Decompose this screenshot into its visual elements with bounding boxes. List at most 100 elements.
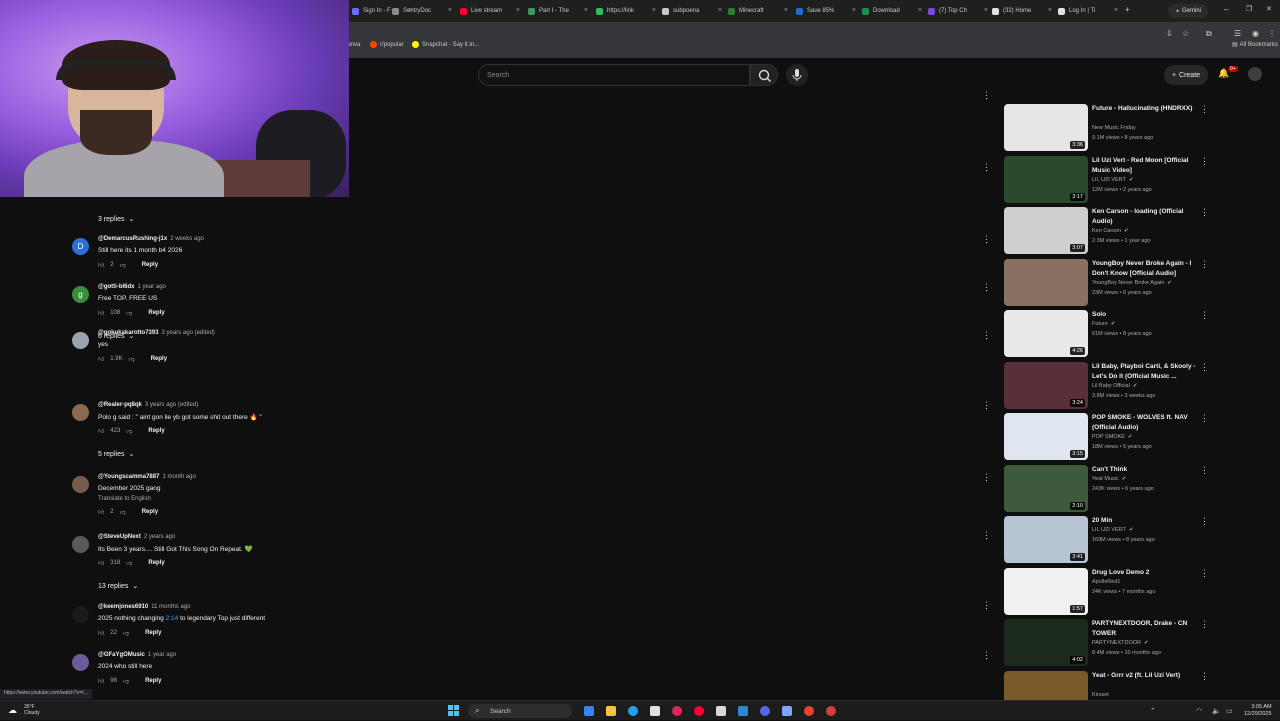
translate-link[interactable]: Translate to English [98,496,151,502]
dislike-icon[interactable]: 👎︎ [126,427,132,435]
windows-start-icon[interactable] [448,705,459,716]
more-options-icon[interactable]: ⋮ [982,330,991,341]
all-bookmarks-button[interactable]: ▤ All Bookmarks [1232,41,1278,49]
more-options-icon[interactable]: ⋮ [1200,619,1209,630]
video-thumbnail[interactable]: 3:24 [1004,362,1088,409]
taskbar-app-icon[interactable] [628,706,638,716]
more-options-icon[interactable]: ⋮ [982,234,991,245]
comment-timestamp-link[interactable]: 2:14 [166,615,179,622]
more-options-icon[interactable]: ⋮ [1200,671,1209,682]
tab-close-icon[interactable]: × [516,7,520,14]
taskbar-app-icon[interactable] [716,706,726,716]
taskbar-app-icon[interactable] [760,706,770,716]
tab-close-icon[interactable]: × [852,7,856,14]
video-channel[interactable]: Future ✔ [1092,321,1116,327]
video-thumbnail[interactable] [1004,259,1088,306]
comment-username[interactable]: @SteveUpNext [98,534,141,540]
replies-toggle[interactable]: 3 replies ⌄ [98,215,134,224]
recommended-video[interactable]: 2:10 Can't Think Yeat Music ✔ 243K views • 6… [1004,465,1214,515]
tab-close-icon[interactable]: × [918,7,922,14]
comment-username[interactable]: @Youngscamma7887 [98,474,159,480]
tab-close-icon[interactable]: × [984,7,988,14]
like-icon[interactable]: 👍︎ [98,261,104,269]
reply-button[interactable]: Reply [151,356,167,362]
browser-tab[interactable]: Download × [862,3,924,19]
taskbar-search[interactable]: ⌕ Search [468,704,572,718]
taskbar-app-icon[interactable] [826,706,836,716]
tab-close-icon[interactable]: × [718,7,722,14]
more-options-icon[interactable]: ⋮ [1200,259,1209,270]
video-title[interactable]: 20 Min [1092,516,1202,526]
video-channel[interactable]: POP SMOKE ✔ [1092,434,1133,440]
tray-chevron-icon[interactable]: ⌃ [1150,707,1156,715]
more-options-icon[interactable]: ⋮ [982,600,991,611]
more-options-icon[interactable]: ⋮ [982,162,991,173]
more-options-icon[interactable]: ⋮ [1200,207,1209,218]
more-options-icon[interactable]: ⋮ [1200,465,1209,476]
comment-avatar[interactable] [72,404,89,421]
video-thumbnail[interactable]: 3:41 [1004,516,1088,563]
more-options-icon[interactable]: ⋮ [1200,413,1209,424]
comment-time[interactable]: 2 years ago [144,534,175,540]
video-title[interactable]: Yeat - Grrr v2 (ft. Lil Uzi Vert) [1092,671,1202,681]
comment-username[interactable]: @DemarcusRushing-j1x [98,236,167,242]
tab-search-icon[interactable]: ☰ [1234,29,1241,38]
video-thumbnail[interactable]: 4:26 [1004,310,1088,357]
video-thumbnail[interactable]: 3:17 [1004,156,1088,203]
dislike-icon[interactable]: 👎︎ [123,677,129,685]
recommended-video[interactable]: 3:41 20 Min LIL UZI VERT ✔ 169M views • 8 ye… [1004,516,1214,566]
account-avatar[interactable] [1248,67,1262,81]
taskbar-app-icon[interactable] [672,706,682,716]
video-channel[interactable]: LIL UZI VERT ✔ [1092,177,1134,183]
comment-time[interactable]: 2 weeks ago [170,236,204,242]
comment-avatar[interactable]: D [72,238,89,255]
more-options-icon[interactable]: ⋮ [1200,568,1209,579]
more-options-icon[interactable]: ⋮ [1200,310,1209,321]
video-title[interactable]: Lil Uzi Vert - Red Moon [Official Music … [1092,156,1202,176]
tab-close-icon[interactable]: × [652,7,656,14]
recommended-video[interactable]: YoungBoy Never Broke Again - I Don't Kno… [1004,259,1214,309]
bookmark-item[interactable]: r/popular [370,41,404,48]
comment-time[interactable]: 1 year ago [148,652,176,658]
more-options-icon[interactable]: ⋮ [1200,156,1209,167]
recommended-video[interactable]: 4:26 Solo Future ✔ 61M views • 8 years ago ⋮ [1004,310,1214,360]
video-channel[interactable]: Yeat Music ✔ [1092,476,1126,482]
video-channel[interactable]: Lil Baby Official ✔ [1092,383,1137,389]
gemini-button[interactable]: ✦ Gemini [1168,4,1208,18]
install-icon[interactable]: ⇩ [1166,29,1173,38]
video-channel[interactable]: LIL UZI VERT ✔ [1092,527,1134,533]
more-options-icon[interactable]: ⋮ [982,472,991,483]
video-thumbnail[interactable]: 4:02 [1004,619,1088,666]
new-tab-icon[interactable]: + [1125,5,1130,14]
taskbar-app-icon[interactable] [606,706,616,716]
comment-avatar[interactable] [72,476,89,493]
comment-avatar[interactable] [72,332,89,349]
menu-icon[interactable]: ⋮ [1268,29,1276,38]
taskbar-clock[interactable]: 3:05 AM 12/29/2025 [1244,704,1272,718]
comment-avatar[interactable] [72,536,89,553]
reply-button[interactable]: Reply [148,428,164,434]
recommended-video[interactable]: 1:57 Drug Love Demo 2 ApolloRed1 24K views … [1004,568,1214,618]
like-icon[interactable]: 👍︎ [98,508,104,516]
close-window-icon[interactable]: ✕ [1266,5,1272,13]
browser-tab[interactable]: Live stream × [460,3,522,19]
comment-username[interactable]: @GFaYgOMusic [98,652,145,658]
more-options-icon[interactable]: ⋮ [1200,104,1209,115]
dislike-icon[interactable]: 👎︎ [126,309,132,317]
video-title[interactable]: Ken Carson - loading (Official Audio) [1092,207,1202,227]
comment-time[interactable]: 11 months ago [151,604,190,610]
create-button[interactable]: + Create [1164,65,1208,85]
tab-close-icon[interactable]: × [584,7,588,14]
like-icon[interactable]: 👍︎ [98,629,104,637]
tab-close-icon[interactable]: × [1048,7,1052,14]
video-title[interactable]: Solo [1092,310,1202,320]
reply-button[interactable]: Reply [142,262,158,268]
search-input[interactable]: Search [478,64,750,86]
video-channel[interactable]: YoungBoy Never Broke Again ✔ [1092,280,1172,286]
video-thumbnail[interactable]: 2:10 [1004,465,1088,512]
more-options-icon[interactable]: ⋮ [982,530,991,541]
video-channel[interactable]: ApolloRed1 [1092,579,1120,585]
video-thumbnail[interactable]: 3:07 [1004,207,1088,254]
like-icon[interactable]: 👍︎ [98,559,104,567]
bookmark-star-icon[interactable]: ☆ [1182,29,1189,38]
